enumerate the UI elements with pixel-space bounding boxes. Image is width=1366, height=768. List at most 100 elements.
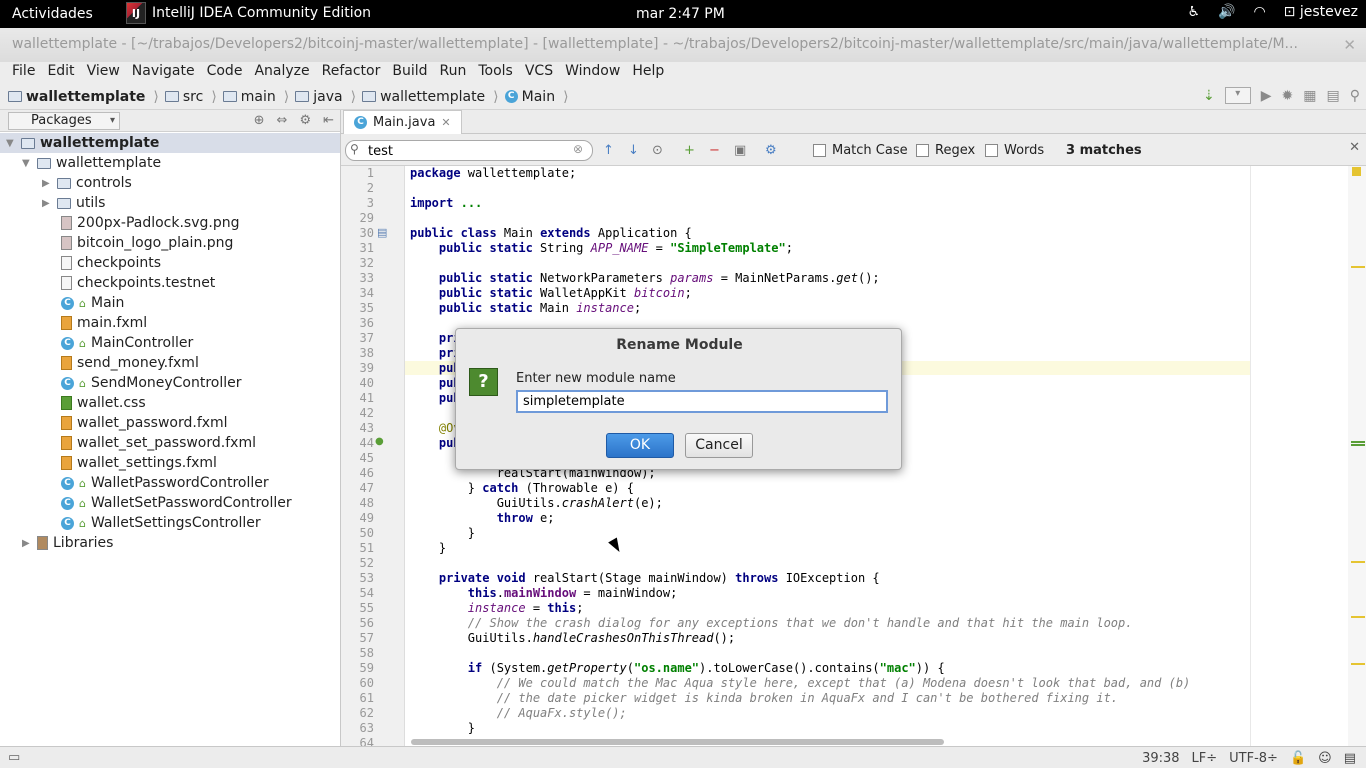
run-config-dropdown[interactable]: ▾ [1224, 87, 1251, 104]
menu-build[interactable]: Build [386, 62, 433, 84]
menu-analyze[interactable]: Analyze [248, 62, 315, 84]
coverage-icon[interactable]: ▦ [1303, 88, 1316, 104]
override-marker-icon[interactable]: ● [375, 436, 384, 447]
code-line[interactable]: GuiUtils.crashAlert(e); [410, 496, 663, 510]
tree-item[interactable]: wallet.css [42, 393, 146, 413]
next-match-icon[interactable]: ↓ [628, 143, 639, 158]
code-line[interactable]: public class Main extends Application { [410, 226, 692, 240]
words-checkbox[interactable]: Words [985, 143, 1044, 158]
code-line[interactable]: pri [410, 346, 461, 360]
event-log-icon[interactable]: ▤ [1344, 751, 1356, 766]
code-line[interactable]: instance = this; [410, 601, 584, 615]
accessibility-icon[interactable]: ♿ [1187, 4, 1200, 20]
code-line[interactable]: pri [410, 331, 461, 345]
code-line[interactable]: // We could match the Mac Aqua style her… [410, 676, 1191, 690]
previous-match-icon[interactable]: ↑ [603, 143, 614, 158]
tree-item[interactable]: wallet_set_password.fxml [42, 433, 256, 453]
tree-item[interactable]: bitcoin_logo_plain.png [42, 233, 233, 253]
menu-file[interactable]: File [6, 62, 41, 84]
tree-item[interactable]: send_money.fxml [42, 353, 199, 373]
stripe-mark[interactable] [1351, 441, 1365, 443]
tree-item[interactable]: ▶ utils [42, 193, 105, 213]
overrides-marker-icon[interactable]: ▤ [377, 226, 387, 239]
code-line[interactable]: // Show the crash dialog for any excepti… [410, 616, 1133, 630]
find-all-icon[interactable]: ⊙ [652, 143, 663, 158]
tree-item[interactable]: C ⌂ Main [42, 293, 124, 313]
tab-main-java[interactable]: C Main.java ✕ [343, 110, 462, 134]
expand-arrow-icon[interactable]: ▶ [22, 538, 32, 549]
wifi-icon[interactable]: ◠ [1253, 4, 1265, 20]
match-case-checkbox[interactable]: Match Case [813, 143, 908, 158]
menu-run[interactable]: Run [434, 62, 473, 84]
tree-item[interactable]: 200px-Padlock.svg.png [42, 213, 240, 233]
ok-button[interactable]: OK [606, 433, 674, 458]
clear-search-icon[interactable]: ⊗ [573, 142, 583, 156]
menu-vcs[interactable]: VCS [519, 62, 559, 84]
tree-item[interactable]: checkpoints [42, 253, 161, 273]
inspector-icon[interactable]: ☺ [1318, 751, 1332, 766]
code-line[interactable]: // the date picker widget is kinda broke… [410, 691, 1118, 705]
stripe-mark[interactable] [1351, 663, 1365, 665]
code-line[interactable]: pub [410, 436, 461, 450]
clock[interactable]: mar 2:47 PM [636, 6, 725, 22]
tree-item[interactable]: ▶ controls [42, 173, 132, 193]
code-line[interactable]: } [410, 721, 475, 735]
menu-view[interactable]: View [81, 62, 126, 84]
checkbox-box[interactable] [985, 144, 998, 157]
search-icon[interactable]: ⚲ [1350, 88, 1360, 104]
code-line[interactable]: pub [410, 391, 461, 405]
caret-position[interactable]: 39:38 [1142, 751, 1179, 766]
code-line[interactable]: public static String APP_NAME = "SimpleT… [410, 241, 793, 255]
project-view-selector[interactable]: Packages [8, 111, 120, 130]
hide-panel-icon[interactable]: ⇤ [323, 113, 334, 128]
file-encoding[interactable]: UTF-8÷ [1229, 751, 1278, 766]
activities-button[interactable]: Actividades [12, 6, 93, 22]
cancel-button[interactable]: Cancel [685, 433, 753, 458]
code-line[interactable]: import ... [410, 196, 482, 210]
user-menu[interactable]: ⊡ jestevez [1284, 4, 1358, 20]
code-line[interactable]: throw e; [410, 511, 555, 525]
code-line[interactable]: } [410, 541, 446, 555]
tree-item[interactable]: C ⌂ MainController [42, 333, 193, 353]
settings-gear-icon[interactable]: ⚙ [299, 113, 311, 128]
breadcrumb-item[interactable]: src ⟩ [164, 89, 217, 105]
code-line[interactable]: public static Main instance; [410, 301, 641, 315]
menu-tools[interactable]: Tools [472, 62, 519, 84]
expand-arrow-icon[interactable]: ▼ [22, 158, 32, 169]
breadcrumb-item[interactable]: C Main ⟩ [504, 89, 569, 105]
module-name-input[interactable] [516, 390, 888, 413]
regex-checkbox[interactable]: Regex [916, 143, 975, 158]
tool-windows-icon[interactable]: ▭ [8, 750, 20, 765]
checkbox-box[interactable] [813, 144, 826, 157]
breadcrumb-item[interactable]: java ⟩ [295, 89, 356, 105]
tree-item[interactable]: C ⌂ WalletPasswordController [42, 473, 269, 493]
code-line[interactable]: public static NetworkParameters params =… [410, 271, 880, 285]
filter-gear-icon[interactable]: ⚙ [765, 143, 777, 158]
add-occurrence-icon[interactable]: + [684, 143, 695, 158]
inspection-status-icon[interactable] [1352, 167, 1361, 176]
checkbox-box[interactable] [916, 144, 929, 157]
menu-code[interactable]: Code [201, 62, 249, 84]
breadcrumb-item[interactable]: wallettemplate ⟩ [362, 89, 499, 105]
stripe-mark[interactable] [1351, 561, 1365, 563]
select-all-occurrences-icon[interactable]: ▣ [734, 143, 746, 158]
search-icon[interactable]: ⚲ [350, 142, 359, 156]
code-line[interactable]: GuiUtils.handleCrashesOnThisThread(); [410, 631, 735, 645]
tree-item[interactable]: ▼ wallettemplate [22, 153, 161, 173]
build-icon[interactable]: ⇣ [1203, 88, 1215, 104]
tree-item[interactable]: ▶ Libraries [22, 533, 113, 553]
code-line[interactable]: // AquaFx.style(); [410, 706, 627, 720]
project-structure-icon[interactable]: ▤ [1327, 88, 1340, 104]
code-line[interactable]: package wallettemplate; [410, 166, 576, 180]
tree-item[interactable]: main.fxml [42, 313, 147, 333]
menu-navigate[interactable]: Navigate [126, 62, 201, 84]
close-icon[interactable]: ✕ [1343, 36, 1356, 54]
breadcrumb-item[interactable]: wallettemplate ⟩ [8, 89, 159, 105]
code-line[interactable]: if (System.getProperty("os.name").toLowe… [410, 661, 945, 675]
stripe-mark[interactable] [1351, 266, 1365, 268]
expand-arrow-icon[interactable]: ▼ [6, 138, 16, 149]
scroll-from-source-icon[interactable]: ⊕ [254, 113, 265, 128]
line-separator[interactable]: LF÷ [1192, 751, 1218, 766]
expand-arrow-icon[interactable]: ▶ [42, 178, 52, 189]
code-line[interactable]: } catch (Throwable e) { [410, 481, 634, 495]
